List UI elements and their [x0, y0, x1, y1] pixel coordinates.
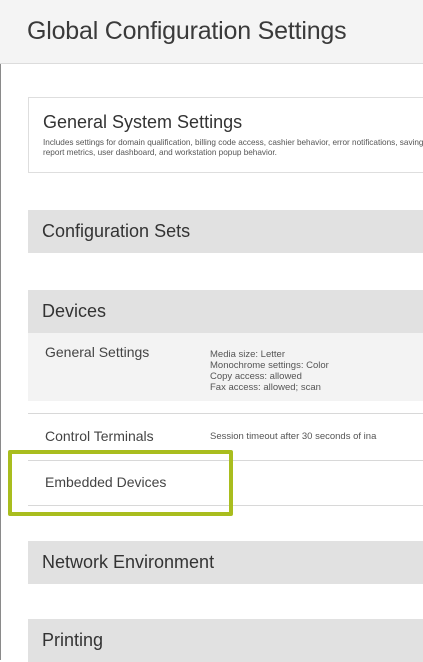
section-configuration-sets[interactable]: Configuration Sets	[28, 210, 423, 253]
section-printing-label: Printing	[42, 630, 104, 650]
section-printing[interactable]: Printing	[28, 619, 423, 662]
section-configuration-sets-label: Configuration Sets	[42, 221, 191, 241]
section-devices-label: Devices	[42, 301, 107, 321]
left-border	[0, 0, 1, 660]
page-header: Global Configuration Settings	[0, 0, 423, 64]
page-title: Global Configuration Settings	[27, 17, 347, 45]
row-divider	[28, 413, 423, 414]
general-system-settings-card[interactable]: General System Settings Includes setting…	[28, 97, 423, 173]
section-network-environment-label: Network Environment	[42, 552, 215, 572]
general-system-settings-description: Includes settings for domain qualificati…	[43, 138, 423, 157]
devices-general-settings-label[interactable]: General Settings	[45, 344, 149, 360]
section-devices[interactable]: Devices	[28, 290, 423, 333]
devices-control-terminals-detail: Session timeout after 30 seconds of ina	[210, 431, 377, 442]
embedded-devices-highlight	[8, 450, 233, 516]
section-network-environment[interactable]: Network Environment	[28, 541, 423, 584]
devices-general-settings-detail-1: Media size: Letter	[210, 349, 285, 360]
general-system-settings-title[interactable]: General System Settings	[43, 112, 242, 133]
devices-general-settings-detail-4: Fax access: allowed; scan	[210, 382, 321, 393]
devices-general-settings-detail-2: Monochrome settings: Color	[210, 360, 329, 371]
devices-general-settings-detail-3: Copy access: allowed	[210, 371, 302, 382]
devices-control-terminals-label[interactable]: Control Terminals	[45, 428, 154, 444]
